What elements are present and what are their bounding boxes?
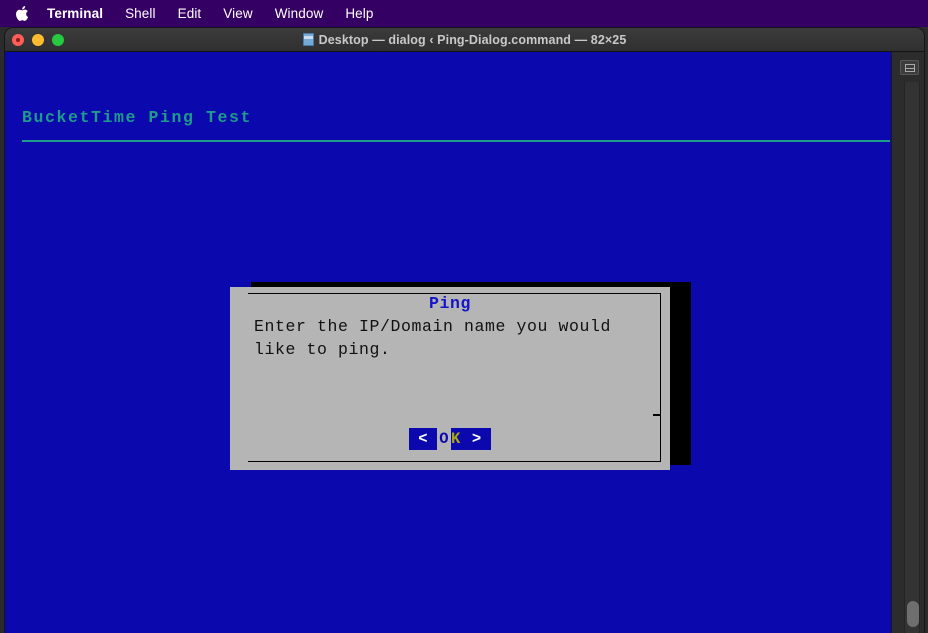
dialog-message-line2: like to ping.	[254, 340, 391, 359]
terminal-header-rule	[22, 140, 890, 142]
dialog-border-notch	[653, 414, 661, 416]
macos-menu-bar: Terminal Shell Edit View Window Help	[0, 0, 928, 27]
ok-button[interactable]: < O K >	[409, 428, 491, 450]
ping-dialog[interactable]: Ping Enter the IP/Domain name you would l…	[230, 287, 670, 470]
traffic-light-group	[12, 28, 64, 52]
terminal-content[interactable]: BucketTime Ping Test Ping Enter the IP/D…	[5, 52, 924, 633]
terminal-gutter	[891, 52, 924, 633]
vertical-scrollbar[interactable]	[904, 82, 920, 633]
dialog-message: Enter the IP/Domain name you would like t…	[254, 315, 646, 361]
ok-button-left-bracket: <	[418, 430, 429, 448]
window-title: Desktop — dialog ‹ Ping-Dialog.command —…	[302, 32, 627, 47]
terminal-header-text: BucketTime Ping Test	[22, 108, 253, 127]
menu-item-window[interactable]: Window	[275, 0, 324, 27]
split-pane-icon[interactable]	[900, 60, 919, 75]
split-pane-glyph	[904, 63, 915, 72]
ok-button-right-bracket: >	[471, 430, 482, 448]
ok-button-label-rest: K	[451, 430, 461, 448]
terminal-window: Desktop — dialog ‹ Ping-Dialog.command —…	[4, 27, 925, 633]
menu-item-help[interactable]: Help	[345, 0, 373, 27]
zoom-button[interactable]	[52, 34, 64, 46]
minimize-button[interactable]	[32, 34, 44, 46]
dialog-message-line1: Enter the IP/Domain name you would	[254, 317, 612, 336]
window-title-label: Desktop — dialog ‹ Ping-Dialog.command —…	[318, 32, 627, 47]
close-button[interactable]	[12, 34, 24, 46]
apple-logo-icon[interactable]	[13, 3, 30, 23]
dialog-title: Ping	[428, 294, 471, 313]
menu-item-edit[interactable]: Edit	[178, 0, 202, 27]
scrollbar-thumb[interactable]	[907, 601, 919, 627]
menu-item-shell[interactable]: Shell	[125, 0, 156, 27]
dialog-button-row: < O K >	[230, 428, 670, 450]
menu-item-terminal[interactable]: Terminal	[47, 0, 103, 27]
window-title-bar[interactable]: Desktop — dialog ‹ Ping-Dialog.command —…	[5, 28, 924, 52]
terminal-text-area[interactable]: BucketTime Ping Test Ping Enter the IP/D…	[5, 52, 891, 633]
ok-button-hotkey: O	[437, 428, 451, 450]
menu-item-view[interactable]: View	[223, 0, 252, 27]
document-icon	[302, 33, 314, 46]
